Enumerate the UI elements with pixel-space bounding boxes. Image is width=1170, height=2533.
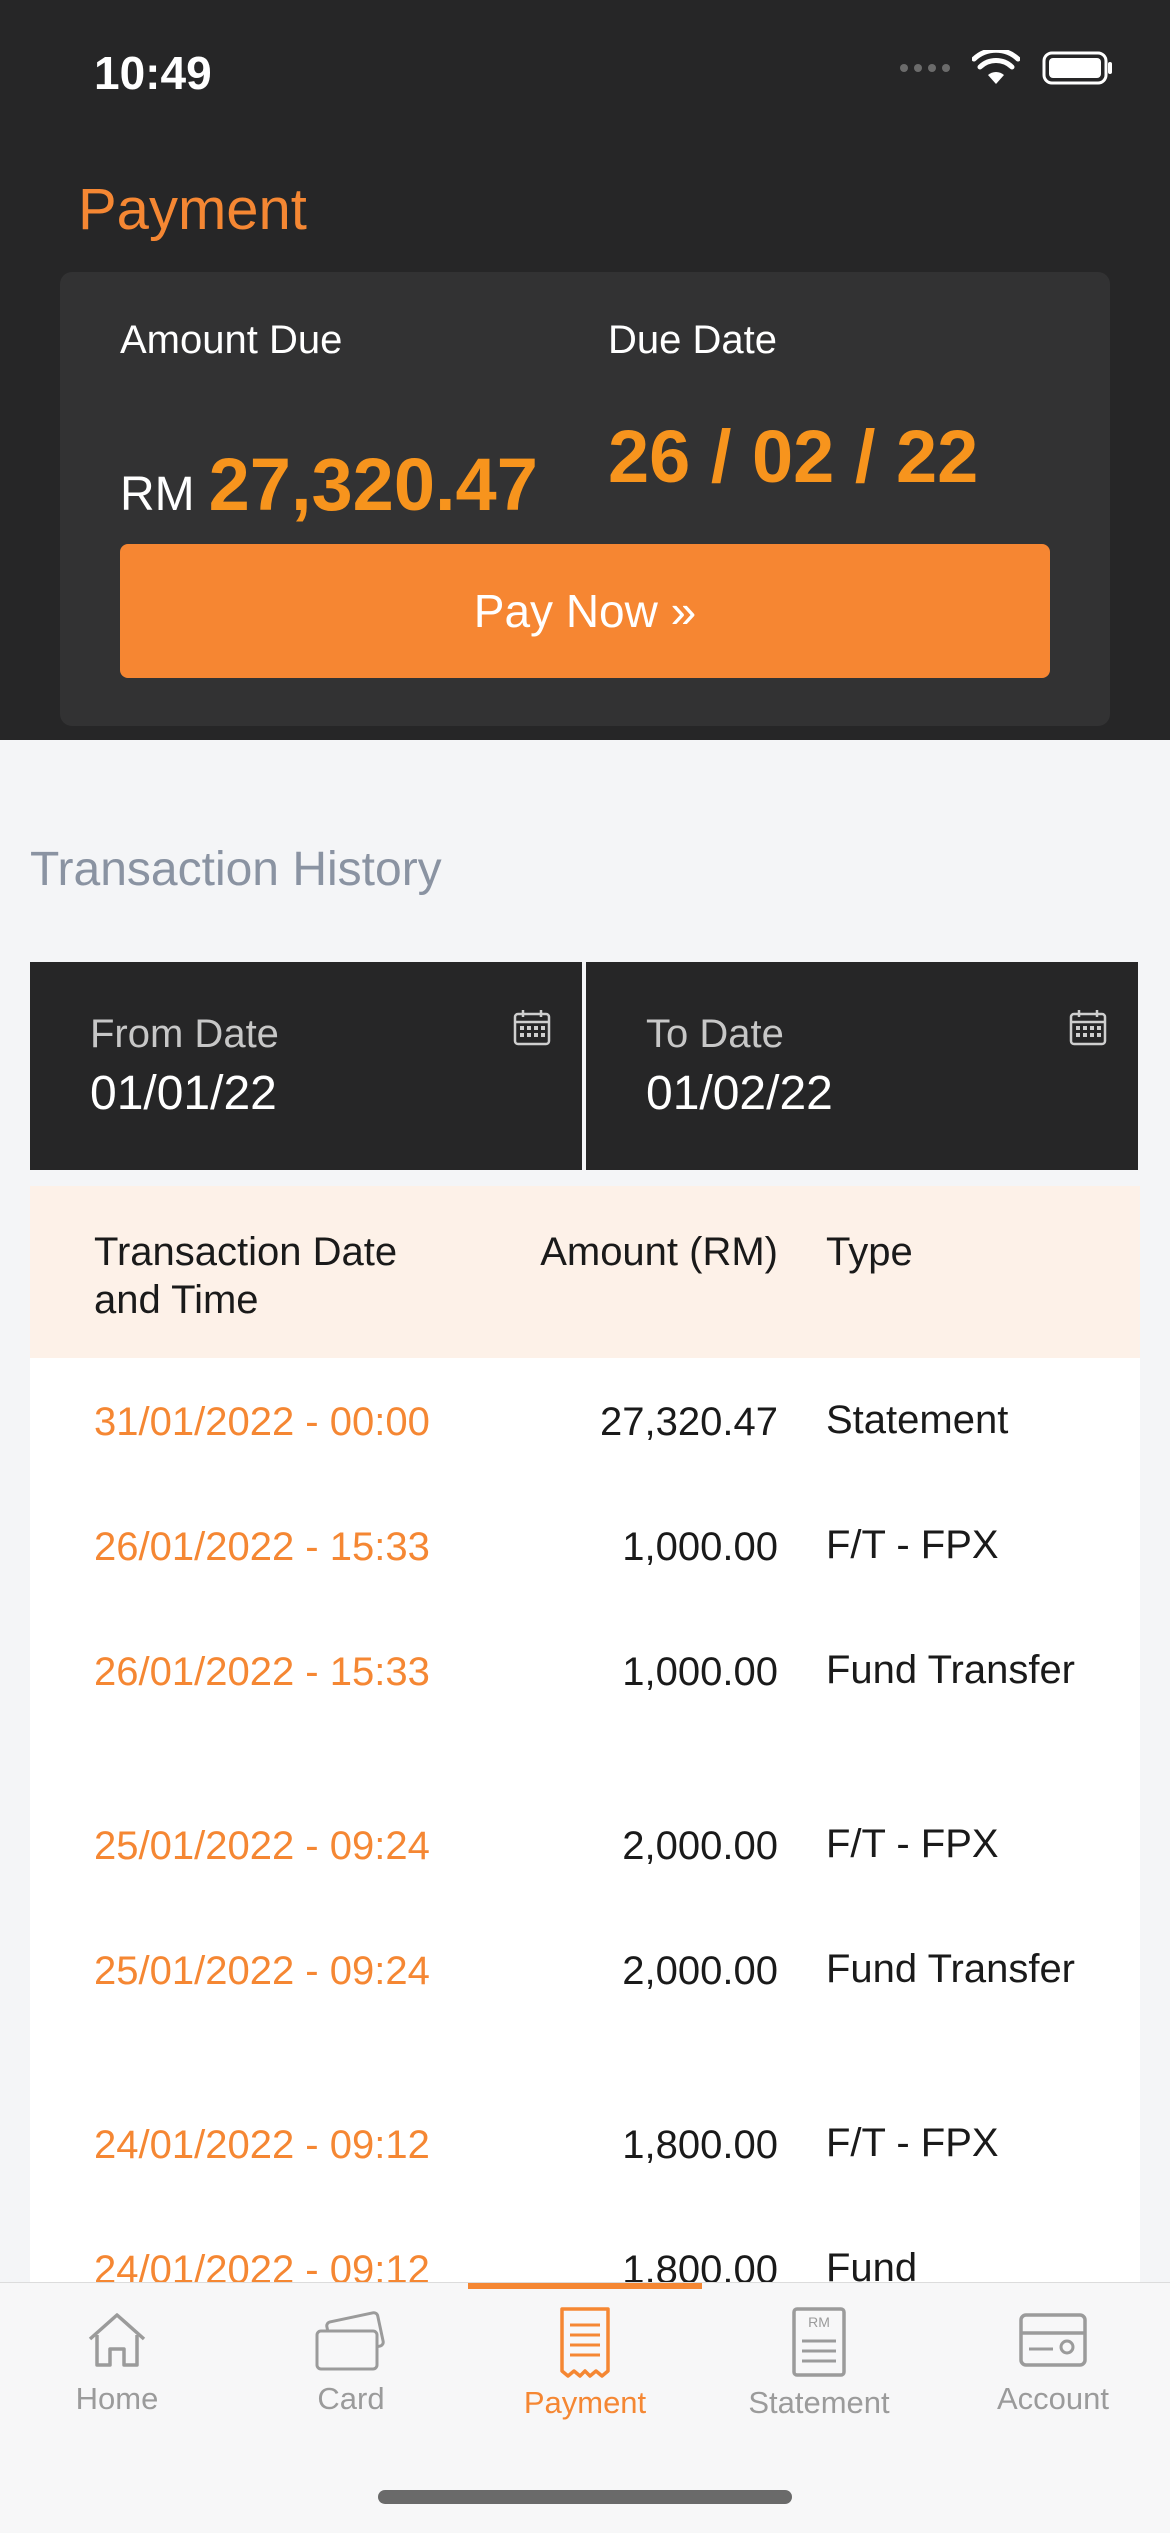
tab-label: Payment bbox=[523, 2385, 647, 2420]
row-type: Fund bbox=[826, 2246, 918, 2286]
row-type: Fund Transfer bbox=[826, 1648, 1076, 1692]
tab-label: Statement bbox=[748, 2385, 890, 2420]
header-area: 10:49 Payment Amount Due Due Date RM 27,… bbox=[0, 0, 1170, 740]
to-date-field[interactable]: To Date 01/02/22 bbox=[586, 962, 1138, 1170]
tab-label: Card bbox=[317, 2381, 385, 2416]
row-type: Fund Transfer bbox=[826, 1947, 1076, 1991]
tab-statement[interactable]: RM Statement bbox=[702, 2305, 936, 2421]
from-date-field[interactable]: From Date 01/01/22 bbox=[30, 962, 582, 1170]
transaction-table: Transaction Date and Time Amount (RM) Ty… bbox=[30, 1186, 1140, 2286]
row-amount: 2,000.00 bbox=[622, 1824, 778, 1868]
signal-icon bbox=[900, 64, 950, 72]
tab-home[interactable]: Home bbox=[0, 2305, 234, 2417]
row-type: F/T - FPX bbox=[826, 1822, 999, 1866]
page-title: Payment bbox=[78, 177, 307, 242]
amount-due-number: 27,320.47 bbox=[208, 443, 538, 526]
column-header-date-line2: and Time bbox=[94, 1278, 259, 1322]
row-amount: 1,800.00 bbox=[622, 2248, 778, 2286]
calendar-icon[interactable] bbox=[512, 1008, 552, 1048]
row-date: 24/01/2022 - 09:12 bbox=[94, 2123, 430, 2167]
column-header-amount: Amount (RM) bbox=[540, 1230, 778, 1274]
column-header-type: Type bbox=[826, 1230, 913, 1274]
row-amount: 27,320.47 bbox=[600, 1400, 778, 1444]
active-tab-indicator bbox=[468, 2283, 702, 2289]
row-date: 24/01/2022 - 09:12 bbox=[94, 2248, 430, 2286]
home-icon bbox=[88, 2313, 146, 2367]
row-date: 31/01/2022 - 00:00 bbox=[94, 1400, 430, 1444]
pay-now-button[interactable]: Pay Now » bbox=[120, 544, 1050, 678]
wifi-icon bbox=[972, 50, 1020, 84]
row-amount: 2,000.00 bbox=[622, 1949, 778, 1993]
amount-due-label: Amount Due bbox=[120, 318, 343, 362]
column-header-date-line1: Transaction Date bbox=[94, 1230, 398, 1274]
row-amount: 1,000.00 bbox=[622, 1525, 778, 1569]
row-amount: 1,000.00 bbox=[622, 1650, 778, 1694]
statement-icon: RM bbox=[792, 2307, 846, 2377]
row-type: Statement bbox=[826, 1398, 1009, 1442]
calendar-icon[interactable] bbox=[1068, 1008, 1108, 1048]
statement-icon-text: RM bbox=[808, 2314, 830, 2330]
account-icon bbox=[1019, 2313, 1087, 2367]
row-amount: 1,800.00 bbox=[622, 2123, 778, 2167]
row-date: 26/01/2022 - 15:33 bbox=[94, 1525, 430, 1569]
row-type: F/T - FPX bbox=[826, 2121, 999, 2165]
from-date-label: From Date bbox=[90, 1012, 279, 1056]
currency-label: RM bbox=[120, 468, 195, 521]
row-type: F/T - FPX bbox=[826, 1523, 999, 1567]
amount-due-value: RM 27,320.47 bbox=[120, 442, 538, 527]
tab-payment[interactable]: Payment bbox=[468, 2305, 702, 2421]
status-time: 10:49 bbox=[94, 47, 212, 99]
status-icons bbox=[900, 50, 1114, 86]
to-date-value: 01/02/22 bbox=[646, 1067, 833, 1120]
home-indicator[interactable] bbox=[378, 2490, 792, 2504]
row-date: 25/01/2022 - 09:24 bbox=[94, 1824, 430, 1868]
tab-label: Home bbox=[75, 2381, 159, 2416]
row-date: 26/01/2022 - 15:33 bbox=[94, 1650, 430, 1694]
tab-card[interactable]: Card bbox=[234, 2305, 468, 2417]
column-header-date: Transaction Date and Time bbox=[94, 1228, 397, 1324]
to-date-label: To Date bbox=[646, 1012, 784, 1056]
card-icon bbox=[315, 2311, 385, 2371]
from-date-value: 01/01/22 bbox=[90, 1067, 277, 1120]
due-date-value: 26 / 02 / 22 bbox=[608, 415, 979, 498]
tab-account[interactable]: Account bbox=[936, 2305, 1170, 2417]
amount-due-card: Amount Due Due Date RM 27,320.47 26 / 02… bbox=[60, 272, 1110, 726]
tab-label: Account bbox=[996, 2381, 1109, 2416]
table-header: Transaction Date and Time Amount (RM) Ty… bbox=[30, 1186, 1140, 1358]
due-date-label: Due Date bbox=[608, 318, 777, 362]
transaction-history-title: Transaction History bbox=[30, 843, 442, 896]
battery-icon bbox=[1042, 51, 1112, 85]
row-date: 25/01/2022 - 09:24 bbox=[94, 1949, 430, 1993]
payment-receipt-icon bbox=[560, 2307, 610, 2378]
